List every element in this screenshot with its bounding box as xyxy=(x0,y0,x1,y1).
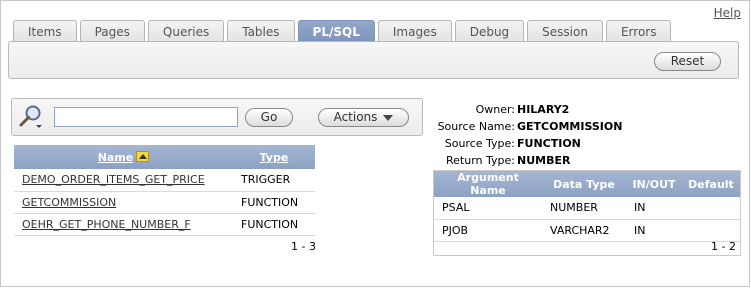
table-row: GETCOMMISSION FUNCTION xyxy=(14,191,315,214)
object-name-cell: GETCOMMISSION xyxy=(14,191,233,214)
table-header-row: Argument Name Data Type IN/OUT Default xyxy=(434,171,740,197)
in-out-cell: IN xyxy=(626,219,682,242)
default-cell xyxy=(682,197,740,220)
table-row: OEHR_GET_PHONE_NUMBER_F FUNCTION xyxy=(14,213,315,236)
reset-button[interactable]: Reset xyxy=(654,52,721,71)
in-out-cell: IN xyxy=(626,197,682,220)
column-header-argument-name: Argument Name xyxy=(434,171,542,197)
page-frame: Help Items Pages Queries Tables PL/SQL I… xyxy=(0,0,750,287)
default-cell xyxy=(682,219,740,242)
data-type-cell: VARCHAR2 xyxy=(542,219,626,242)
column-header-in-out: IN/OUT xyxy=(626,171,682,197)
return-type-value: NUMBER xyxy=(517,154,571,167)
search-input[interactable] xyxy=(54,107,238,127)
owner-value: HILARY2 xyxy=(517,103,570,116)
objects-table: Name Type DEMO_ORDER_ITEMS_GET_PRICE TRI… xyxy=(14,145,315,236)
table-row: DEMO_ORDER_ITEMS_GET_PRICE TRIGGER xyxy=(14,169,315,192)
detail-source-name: Source Name: GETCOMMISSION xyxy=(435,118,623,135)
table-row: PJOB VARCHAR2 IN xyxy=(434,219,740,242)
tab-session[interactable]: Session xyxy=(527,20,603,42)
tab-bar: Items Pages Queries Tables PL/SQL Images… xyxy=(13,20,672,42)
column-header-type[interactable]: Type xyxy=(233,145,315,169)
tab-plsql[interactable]: PL/SQL xyxy=(297,20,375,42)
object-type-cell: FUNCTION xyxy=(233,191,315,214)
object-type-cell: TRIGGER xyxy=(233,169,315,192)
arguments-pagination: 1 - 2 xyxy=(711,240,736,253)
argument-name-cell: PJOB xyxy=(434,219,542,242)
actions-label: Actions xyxy=(333,110,378,124)
search-region: Go Actions xyxy=(11,98,423,136)
tab-pages[interactable]: Pages xyxy=(79,20,145,42)
argument-name-cell: PSAL xyxy=(434,197,542,220)
column-header-default: Default xyxy=(682,171,740,197)
actions-button[interactable]: Actions xyxy=(318,108,409,127)
object-name-cell: OEHR_GET_PHONE_NUMBER_F xyxy=(14,213,233,236)
table-row: PSAL NUMBER IN xyxy=(434,197,740,220)
detail-return-type: Return Type: NUMBER xyxy=(435,152,570,169)
object-name-link[interactable]: OEHR_GET_PHONE_NUMBER_F xyxy=(22,218,191,231)
tab-items[interactable]: Items xyxy=(13,20,77,42)
detail-owner: Owner: HILARY2 xyxy=(435,101,570,118)
data-type-cell: NUMBER xyxy=(542,197,626,220)
sort-ascending-icon[interactable] xyxy=(136,150,150,162)
detail-source-type: Source Type: FUNCTION xyxy=(435,135,581,152)
column-header-data-type: Data Type xyxy=(542,171,626,197)
tab-errors[interactable]: Errors xyxy=(605,20,672,42)
tab-queries[interactable]: Queries xyxy=(147,20,225,42)
source-type-value: FUNCTION xyxy=(517,137,581,150)
source-type-label: Source Type: xyxy=(444,137,515,150)
return-type-label: Return Type: xyxy=(446,154,515,167)
object-name-link[interactable]: GETCOMMISSION xyxy=(22,196,116,209)
magnifier-icon[interactable] xyxy=(18,104,44,130)
go-button[interactable]: Go xyxy=(245,108,293,127)
tab-debug[interactable]: Debug xyxy=(454,20,525,42)
chevron-down-icon xyxy=(383,114,394,121)
source-name-value: GETCOMMISSION xyxy=(517,120,623,133)
object-type-cell: FUNCTION xyxy=(233,213,315,236)
source-name-label: Source Name: xyxy=(437,120,515,133)
help-link[interactable]: Help xyxy=(714,6,741,20)
column-header-name[interactable]: Name xyxy=(14,145,233,169)
table-header-row: Name Type xyxy=(14,145,315,169)
arguments-table: Argument Name Data Type IN/OUT Default P… xyxy=(434,171,740,242)
object-name-cell: DEMO_ORDER_ITEMS_GET_PRICE xyxy=(14,169,233,192)
owner-label: Owner: xyxy=(475,103,515,116)
object-name-link[interactable]: DEMO_ORDER_ITEMS_GET_PRICE xyxy=(22,173,205,186)
tab-images[interactable]: Images xyxy=(377,20,452,42)
toolbar-panel: Reset xyxy=(8,41,739,79)
objects-pagination: 1 - 3 xyxy=(291,240,316,253)
tab-tables[interactable]: Tables xyxy=(227,20,295,42)
